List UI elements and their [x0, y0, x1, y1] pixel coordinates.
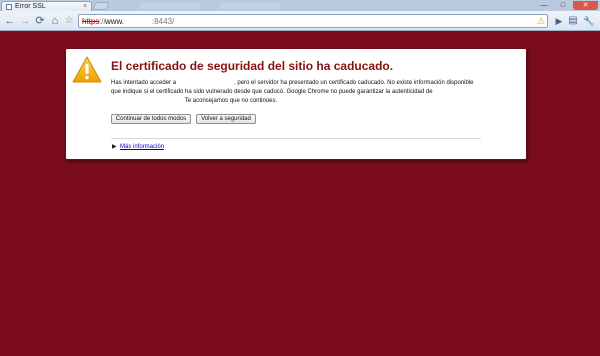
ssl-error-panel: El certificado de seguridad del sitio ha…: [65, 48, 527, 160]
new-tab-button[interactable]: [92, 2, 110, 10]
close-window-button[interactable]: ✕: [573, 1, 598, 10]
more-info-link[interactable]: Más información: [120, 143, 164, 151]
back-to-safety-button[interactable]: Volver a seguridad: [196, 114, 256, 124]
description-line2: que indique si el certificado ha sido vu…: [111, 89, 433, 95]
url-host: www.: [105, 17, 125, 26]
url-port: :8443/: [152, 17, 175, 26]
wrench-icon[interactable]: 🔧: [582, 14, 596, 28]
home-icon[interactable]: ⌂: [48, 14, 62, 28]
page-menu-icon[interactable]: ▤: [566, 14, 580, 28]
certificate-warning-icon[interactable]: ⚠: [537, 16, 545, 27]
warning-triangle-icon: [72, 56, 102, 83]
address-bar[interactable]: https :// www. :8443/ ⚠: [78, 14, 548, 28]
description-line3: Te aconsejamos que no continúes.: [184, 98, 278, 104]
maximize-button[interactable]: □: [554, 1, 572, 10]
url-scheme: https: [82, 17, 100, 26]
description-line1-end: , pero el servidor ha presentado un cert…: [234, 80, 474, 86]
background-tab[interactable]: [220, 3, 280, 9]
tab-strip: Error SSL × — □ ✕: [0, 0, 600, 12]
go-icon[interactable]: ▶: [552, 14, 566, 28]
description-line1-start: Has intentado acceder a: [111, 80, 177, 86]
forward-icon[interactable]: →: [18, 14, 32, 28]
divider: [111, 138, 481, 139]
error-heading: El certificado de seguridad del sitio ha…: [111, 59, 394, 73]
expand-arrow-icon[interactable]: ▶: [112, 143, 117, 151]
back-icon[interactable]: ←: [3, 14, 17, 28]
reload-icon[interactable]: ⟳: [33, 14, 47, 28]
browser-toolbar: ← → ⟳ ⌂ ☆ https :// www. :8443/ ⚠ ▶ ▤ 🔧: [0, 11, 600, 31]
background-tab[interactable]: [140, 3, 200, 9]
minimize-button[interactable]: —: [535, 1, 553, 10]
bookmark-star-icon[interactable]: ☆: [63, 14, 75, 28]
tab-close-icon[interactable]: ×: [83, 2, 87, 11]
error-description: Has intentado acceder a , pero el servido…: [111, 79, 481, 106]
proceed-anyway-button[interactable]: Continuar de todos modos: [111, 114, 191, 124]
tab-title: Error SSL: [15, 3, 46, 10]
page-icon: [6, 4, 12, 10]
